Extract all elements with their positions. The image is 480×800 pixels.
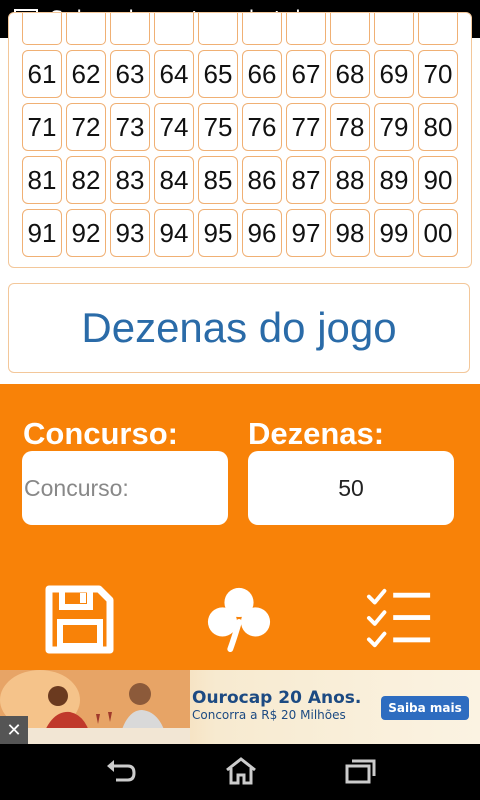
number-cell[interactable]: 52 <box>66 13 106 45</box>
number-cell[interactable]: 79 <box>374 103 414 151</box>
number-cell[interactable]: 67 <box>286 50 326 98</box>
number-cell[interactable]: 82 <box>66 156 106 204</box>
number-cell[interactable]: 60 <box>418 13 458 45</box>
number-cell[interactable]: 56 <box>242 13 282 45</box>
number-cell[interactable]: 99 <box>374 209 414 257</box>
number-cell[interactable]: 81 <box>22 156 62 204</box>
ad-photo <box>0 670 190 744</box>
number-cell[interactable]: 76 <box>242 103 282 151</box>
save-icon[interactable] <box>44 584 114 654</box>
dezenas-do-jogo-button[interactable]: Dezenas do jogo <box>8 283 470 373</box>
ad-banner[interactable]: ✕ Ourocap 20 Anos. Concorra a R$ 20 Milh… <box>0 670 480 744</box>
number-cell[interactable]: 89 <box>374 156 414 204</box>
number-cell[interactable]: 65 <box>198 50 238 98</box>
number-cell[interactable]: 88 <box>330 156 370 204</box>
number-grid: 51525354555657585960 61626364656667686970… <box>22 13 458 257</box>
number-cell[interactable]: 83 <box>110 156 150 204</box>
number-cell[interactable]: 80 <box>418 103 458 151</box>
ad-subline: Concorra a R$ 20 Milhões <box>192 708 346 722</box>
dezenas-input[interactable]: 50 <box>248 451 454 525</box>
number-cell[interactable]: 53 <box>110 13 150 45</box>
number-cell[interactable]: 66 <box>242 50 282 98</box>
navigation-bar <box>0 744 480 800</box>
number-cell[interactable]: 91 <box>22 209 62 257</box>
number-cell[interactable]: 84 <box>154 156 194 204</box>
ad-headline: Ourocap 20 Anos. <box>192 688 362 708</box>
number-cell[interactable]: 71 <box>22 103 62 151</box>
number-cell[interactable]: 63 <box>110 50 150 98</box>
number-cell[interactable]: 98 <box>330 209 370 257</box>
back-icon[interactable] <box>104 756 138 786</box>
number-board: 51525354555657585960 61626364656667686970… <box>8 12 472 268</box>
number-cell[interactable]: 51 <box>22 13 62 45</box>
number-cell[interactable]: 77 <box>286 103 326 151</box>
number-cell[interactable]: 90 <box>418 156 458 204</box>
concurso-input[interactable]: Concurso: <box>22 451 228 525</box>
number-cell[interactable]: 86 <box>242 156 282 204</box>
ad-cta-button[interactable]: Saiba mais <box>381 696 469 720</box>
number-cell[interactable]: 69 <box>374 50 414 98</box>
number-cell[interactable]: 74 <box>154 103 194 151</box>
number-cell[interactable]: 64 <box>154 50 194 98</box>
number-cell[interactable]: 78 <box>330 103 370 151</box>
form-panel: Concurso: Dezenas: Concurso: 50 <box>0 384 480 670</box>
number-cell[interactable]: 68 <box>330 50 370 98</box>
number-cell[interactable]: 97 <box>286 209 326 257</box>
number-cell[interactable]: 75 <box>198 103 238 151</box>
number-cell[interactable]: 57 <box>286 13 326 45</box>
number-cell[interactable]: 00 <box>418 209 458 257</box>
recents-icon[interactable] <box>343 756 377 786</box>
number-cell[interactable]: 93 <box>110 209 150 257</box>
number-cell[interactable]: 96 <box>242 209 282 257</box>
number-cell[interactable]: 92 <box>66 209 106 257</box>
number-cell[interactable]: 87 <box>286 156 326 204</box>
ad-close-button[interactable]: ✕ <box>0 716 28 744</box>
number-cell[interactable]: 58 <box>330 13 370 45</box>
home-icon[interactable] <box>224 756 258 786</box>
number-cell[interactable]: 70 <box>418 50 458 98</box>
number-cell[interactable]: 85 <box>198 156 238 204</box>
checklist-icon[interactable] <box>366 584 434 654</box>
number-cell[interactable]: 72 <box>66 103 106 151</box>
clover-icon[interactable] <box>205 584 273 654</box>
concurso-label: Concurso: <box>23 416 178 451</box>
number-cell[interactable]: 54 <box>154 13 194 45</box>
number-cell[interactable]: 62 <box>66 50 106 98</box>
number-cell[interactable]: 61 <box>22 50 62 98</box>
number-cell[interactable]: 59 <box>374 13 414 45</box>
number-cell[interactable]: 95 <box>198 209 238 257</box>
number-cell[interactable]: 94 <box>154 209 194 257</box>
dezenas-label: Dezenas: <box>248 416 385 451</box>
number-cell[interactable]: 55 <box>198 13 238 45</box>
number-cell[interactable]: 73 <box>110 103 150 151</box>
